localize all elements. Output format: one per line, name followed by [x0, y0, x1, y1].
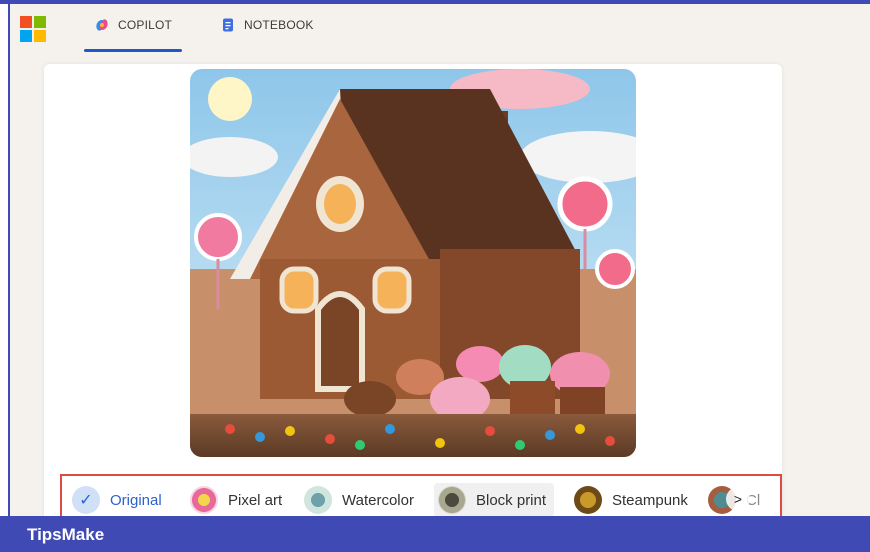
response-card: ✓ Original Pixel art Watercolor Block pr… — [44, 64, 782, 534]
scroll-right-button[interactable]: > — [726, 487, 750, 511]
style-block-print-label: Block print — [476, 491, 547, 509]
notebook-icon — [223, 18, 233, 32]
block-print-thumbnail-icon — [438, 486, 466, 514]
style-watercolor[interactable]: Watercolor — [300, 483, 422, 517]
pixel-art-thumbnail-icon — [190, 486, 218, 514]
tab-copilot-label: COPILOT — [118, 18, 173, 32]
generated-image[interactable] — [190, 69, 636, 457]
style-original[interactable]: ✓ Original — [68, 483, 170, 517]
chevron-right-icon: > — [733, 491, 743, 507]
check-icon: ✓ — [72, 486, 100, 514]
watermark-footer: TipsMake — [0, 516, 870, 552]
style-pixel-art[interactable]: Pixel art — [186, 483, 290, 517]
style-original-label: Original — [110, 491, 162, 509]
copilot-app: COPILOT NOTEBOOK ✓ Original Pixel art Wa… — [8, 4, 870, 552]
tab-notebook[interactable]: NOTEBOOK — [220, 18, 314, 52]
microsoft-logo-icon[interactable] — [20, 16, 46, 42]
header: COPILOT NOTEBOOK — [10, 4, 870, 54]
style-watercolor-label: Watercolor — [342, 491, 414, 509]
style-steampunk[interactable]: Steampunk — [570, 483, 696, 517]
tab-copilot[interactable]: COPILOT — [83, 18, 183, 52]
style-block-print[interactable]: Block print — [434, 483, 555, 517]
style-steampunk-label: Steampunk — [612, 491, 688, 509]
footer-brand: TipsMake — [27, 525, 105, 544]
steampunk-thumbnail-icon — [574, 486, 602, 514]
style-pixel-art-label: Pixel art — [228, 491, 283, 509]
watercolor-thumbnail-icon — [304, 486, 332, 514]
tab-notebook-label: NOTEBOOK — [244, 18, 314, 32]
copilot-icon — [96, 19, 108, 31]
